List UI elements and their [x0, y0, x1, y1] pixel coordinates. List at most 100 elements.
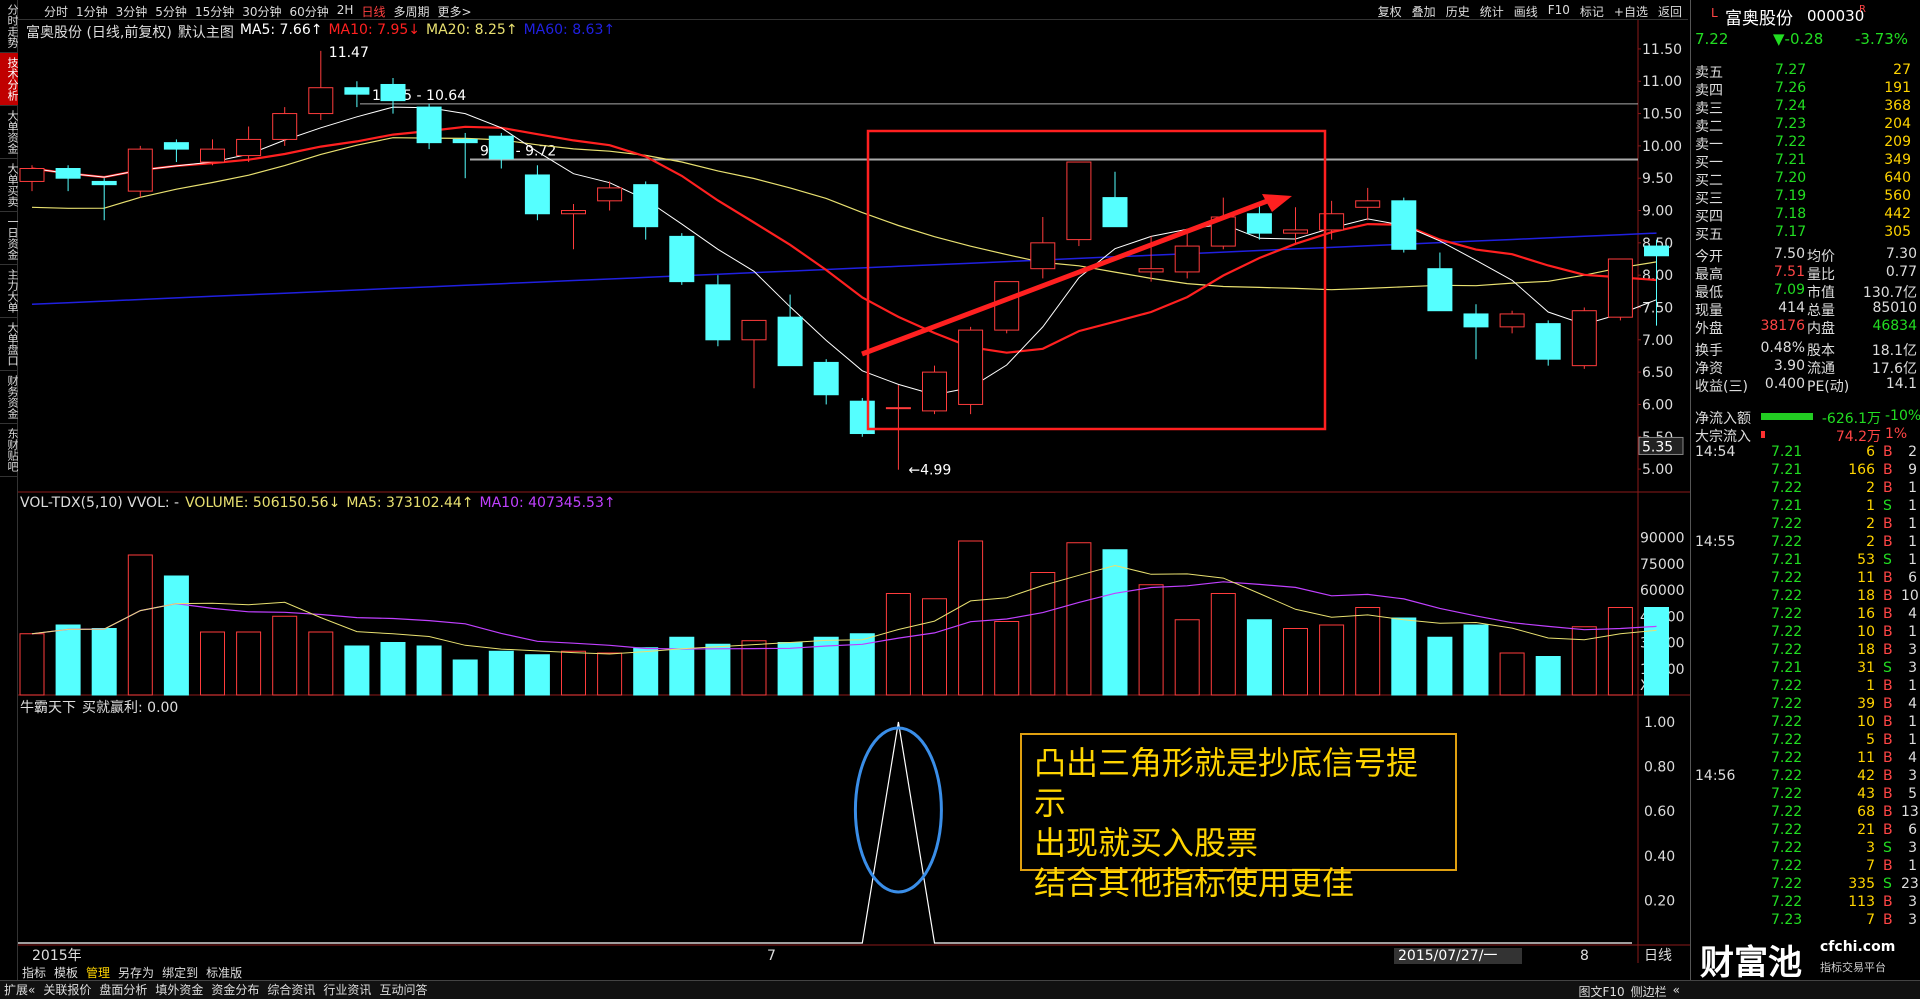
flow-bar-out [1761, 413, 1813, 420]
indicator-tab-2[interactable]: 管理 [86, 964, 110, 980]
tick-row-3: 7.21 1 S 1 [1691, 498, 1920, 516]
tick-row-22: 7.22 3 S 3 [1691, 840, 1920, 858]
stat-label-2: 市值 [1807, 285, 1835, 301]
price-axis-label: 6.50 [1642, 365, 1673, 381]
tick-side: B [1883, 786, 1893, 802]
footer-item-7[interactable]: 互动问答 [379, 981, 427, 999]
ind-axis-label: 0.40 [1644, 849, 1675, 865]
logo-text: 财富池 [1700, 943, 1802, 983]
footer-item-2[interactable]: 盘面分析 [99, 981, 147, 999]
tick-qty: 7 [1866, 912, 1875, 928]
footer-item-1[interactable]: 关联报价 [43, 981, 91, 999]
tick-qty: 11 [1857, 570, 1875, 586]
ask-qty: 191 [1884, 80, 1911, 96]
candle-body [633, 184, 659, 228]
bid-row-2: 买三 7.19 560 [1691, 188, 1920, 207]
vol-indicator-name[interactable]: VOL-TDX(5,10) VVOL: - [20, 495, 179, 511]
footer-item-5[interactable]: 综合资讯 [267, 981, 315, 999]
bid-price: 7.21 [1775, 152, 1807, 168]
ind-axis-label: 0.60 [1644, 804, 1675, 820]
price-axis-label: 9.00 [1642, 204, 1673, 220]
volume-bar [163, 575, 189, 696]
vol-axis-label: 90000 [1640, 531, 1685, 547]
candle-body [669, 235, 695, 283]
tick-price: 7.21 [1771, 552, 1803, 568]
tick-count: 5 [1908, 786, 1917, 802]
volume-bar [885, 593, 911, 696]
tick-price: 7.22 [1771, 858, 1803, 874]
tick-row-10: 7.22 10 B 1 [1691, 624, 1920, 642]
footer-item-3[interactable]: 填外资金 [155, 981, 203, 999]
stat-label: 收益(三) [1695, 379, 1748, 395]
tick-row-20: 7.22 68 B 13 [1691, 804, 1920, 822]
tick-side: B [1883, 624, 1893, 640]
candle-body [380, 83, 406, 102]
flow-value: 74.2万 [1835, 429, 1881, 445]
footer-right-0[interactable]: 图文F10 [1578, 983, 1624, 999]
tick-side: S [1883, 498, 1892, 514]
tick-qty: 18 [1857, 642, 1875, 658]
tick-side: B [1883, 462, 1893, 478]
candle-body [1535, 323, 1561, 360]
candle-body [741, 319, 767, 341]
tick-qty: 39 [1857, 696, 1875, 712]
tick-count: 1 [1908, 534, 1917, 550]
ask-row-1: 卖四 7.26 191 [1691, 80, 1920, 99]
candle-body [1319, 213, 1345, 231]
tick-count: 3 [1908, 912, 1917, 928]
candle-body [813, 361, 839, 396]
tick-row-4: 7.22 2 B 1 [1691, 516, 1920, 534]
tick-qty: 16 [1857, 606, 1875, 622]
footer-right-1[interactable]: 侧边栏 [1631, 983, 1667, 999]
ask-label: 卖四 [1695, 83, 1723, 99]
candle-body [452, 138, 478, 144]
indicator-tab-4[interactable]: 绑定到 [162, 964, 198, 980]
tick-count: 3 [1908, 894, 1917, 910]
tick-row-14: 7.22 39 B 4 [1691, 696, 1920, 714]
footer-item-6[interactable]: 行业资讯 [323, 981, 371, 999]
volume-bar [958, 540, 984, 696]
indicator-tab-3[interactable]: 另存为 [118, 964, 154, 980]
candle-body [1571, 310, 1597, 367]
footer-item-0[interactable]: 扩展« [4, 981, 35, 999]
volume-bar [344, 645, 370, 696]
tick-row-12: 7.21 31 S 3 [1691, 660, 1920, 678]
quote-price-row: 7.22 ▼-0.28 -3.73% [1691, 30, 1920, 48]
volume-bar [236, 631, 262, 696]
volume-bar [55, 624, 81, 696]
candle-body [163, 142, 189, 150]
indicator-tab-0[interactable]: 指标 [22, 964, 46, 980]
tick-price: 7.22 [1771, 642, 1803, 658]
indicator-tab-1[interactable]: 模板 [54, 964, 78, 980]
stat-row-5: 换手 0.48% 股本 18.1亿 [1691, 340, 1920, 359]
ma20-value: MA20: 8.25↑ [426, 22, 518, 38]
ask-price: 7.22 [1775, 134, 1807, 150]
template-label[interactable]: 默认主图 [178, 22, 234, 42]
candle-body [55, 168, 81, 179]
ask-qty: 27 [1893, 62, 1911, 78]
candle-body [272, 113, 298, 140]
tick-row-15: 7.22 10 B 1 [1691, 714, 1920, 732]
tick-qty: 2 [1866, 480, 1875, 496]
tick-count: 4 [1908, 606, 1917, 622]
price-axis-label: 7.50 [1642, 300, 1673, 316]
tick-count: 1 [1908, 732, 1917, 748]
tick-price: 7.22 [1771, 894, 1803, 910]
tick-count: 1 [1908, 858, 1917, 874]
stat-label-2: 均价 [1807, 249, 1835, 265]
footer-right-2[interactable]: « [1673, 983, 1680, 999]
ma60-value: MA60: 8.63↑ [523, 22, 616, 38]
ask-label: 卖三 [1695, 101, 1723, 117]
tick-row-18: 14:56 7.22 42 B 3 [1691, 768, 1920, 786]
volume-bar [272, 615, 298, 696]
footer-item-4[interactable]: 资金分布 [211, 981, 259, 999]
stat-value: 414 [1778, 300, 1805, 316]
tick-count: 3 [1908, 660, 1917, 676]
x-label-right: 8 [1580, 948, 1589, 964]
app-window: 分时走势 技术分析 大单资金 大单买卖 一日资金 主力大单 大单盘口 财务资金 东财贴吧 分时 1… [0, 0, 1920, 999]
tick-count: 1 [1908, 516, 1917, 532]
indicator-name[interactable]: 牛霸天下 [20, 697, 76, 717]
indicator-tab-5[interactable]: 标准版 [206, 964, 242, 980]
annotation-note-box: 凸出三角形就是抄底信号提示 出现就买入股票 结合其他指标使用更佳 [1020, 733, 1457, 902]
tick-side: B [1883, 804, 1893, 820]
